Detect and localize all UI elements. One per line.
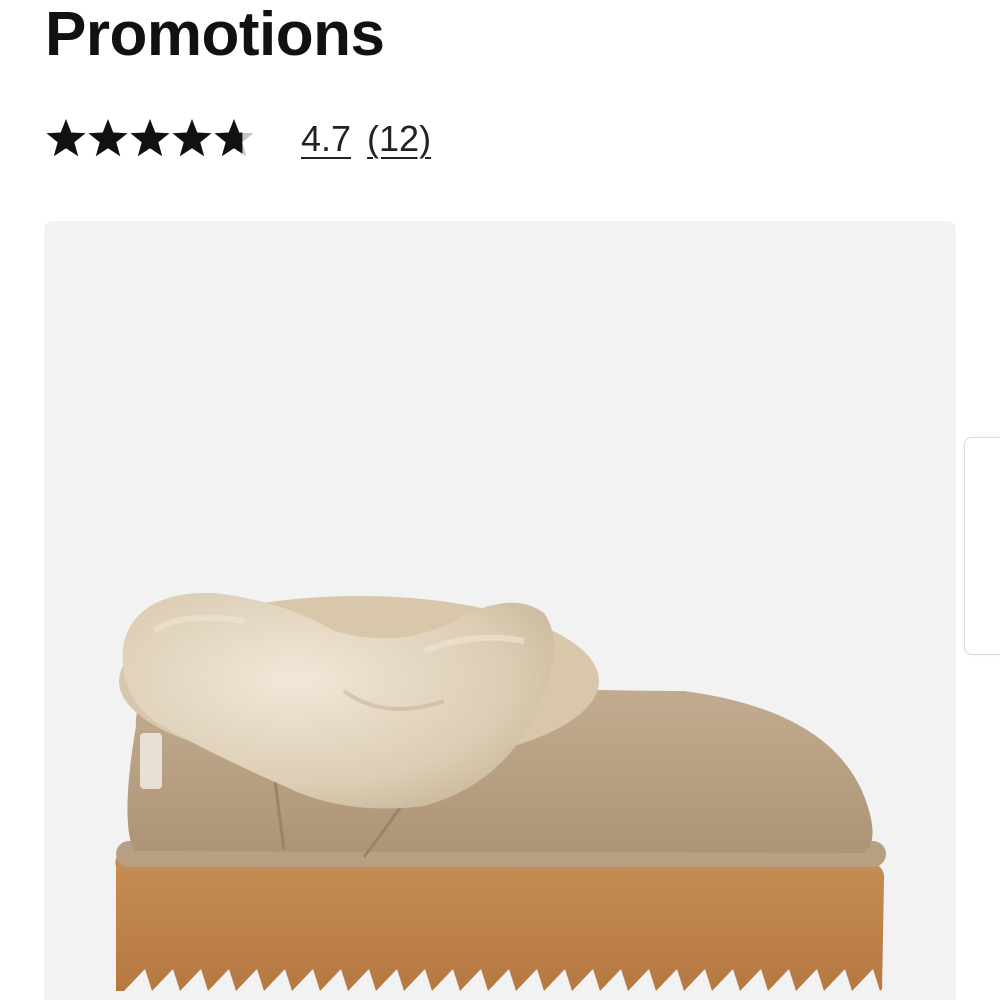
- product-image[interactable]: [44, 221, 956, 1000]
- star-filled-icon: [130, 119, 170, 157]
- platform-sole: [115, 841, 908, 991]
- star-filled-icon: [46, 119, 86, 157]
- star-rating-icon: [46, 119, 254, 157]
- rating-value-link[interactable]: 4.7: [301, 118, 351, 160]
- star-filled-icon: [172, 119, 212, 157]
- star-rating: [45, 117, 255, 161]
- product-page: Promotions 4.7 (12): [0, 0, 1000, 1000]
- side-drawer-tab[interactable]: [964, 437, 1000, 655]
- rating-row: 4.7 (12): [45, 114, 431, 164]
- heel-label: [140, 733, 162, 789]
- page-title: Promotions: [45, 0, 385, 69]
- slipper-illustration: [115, 592, 908, 991]
- star-filled-icon: [88, 119, 128, 157]
- review-count-link[interactable]: (12): [367, 118, 431, 160]
